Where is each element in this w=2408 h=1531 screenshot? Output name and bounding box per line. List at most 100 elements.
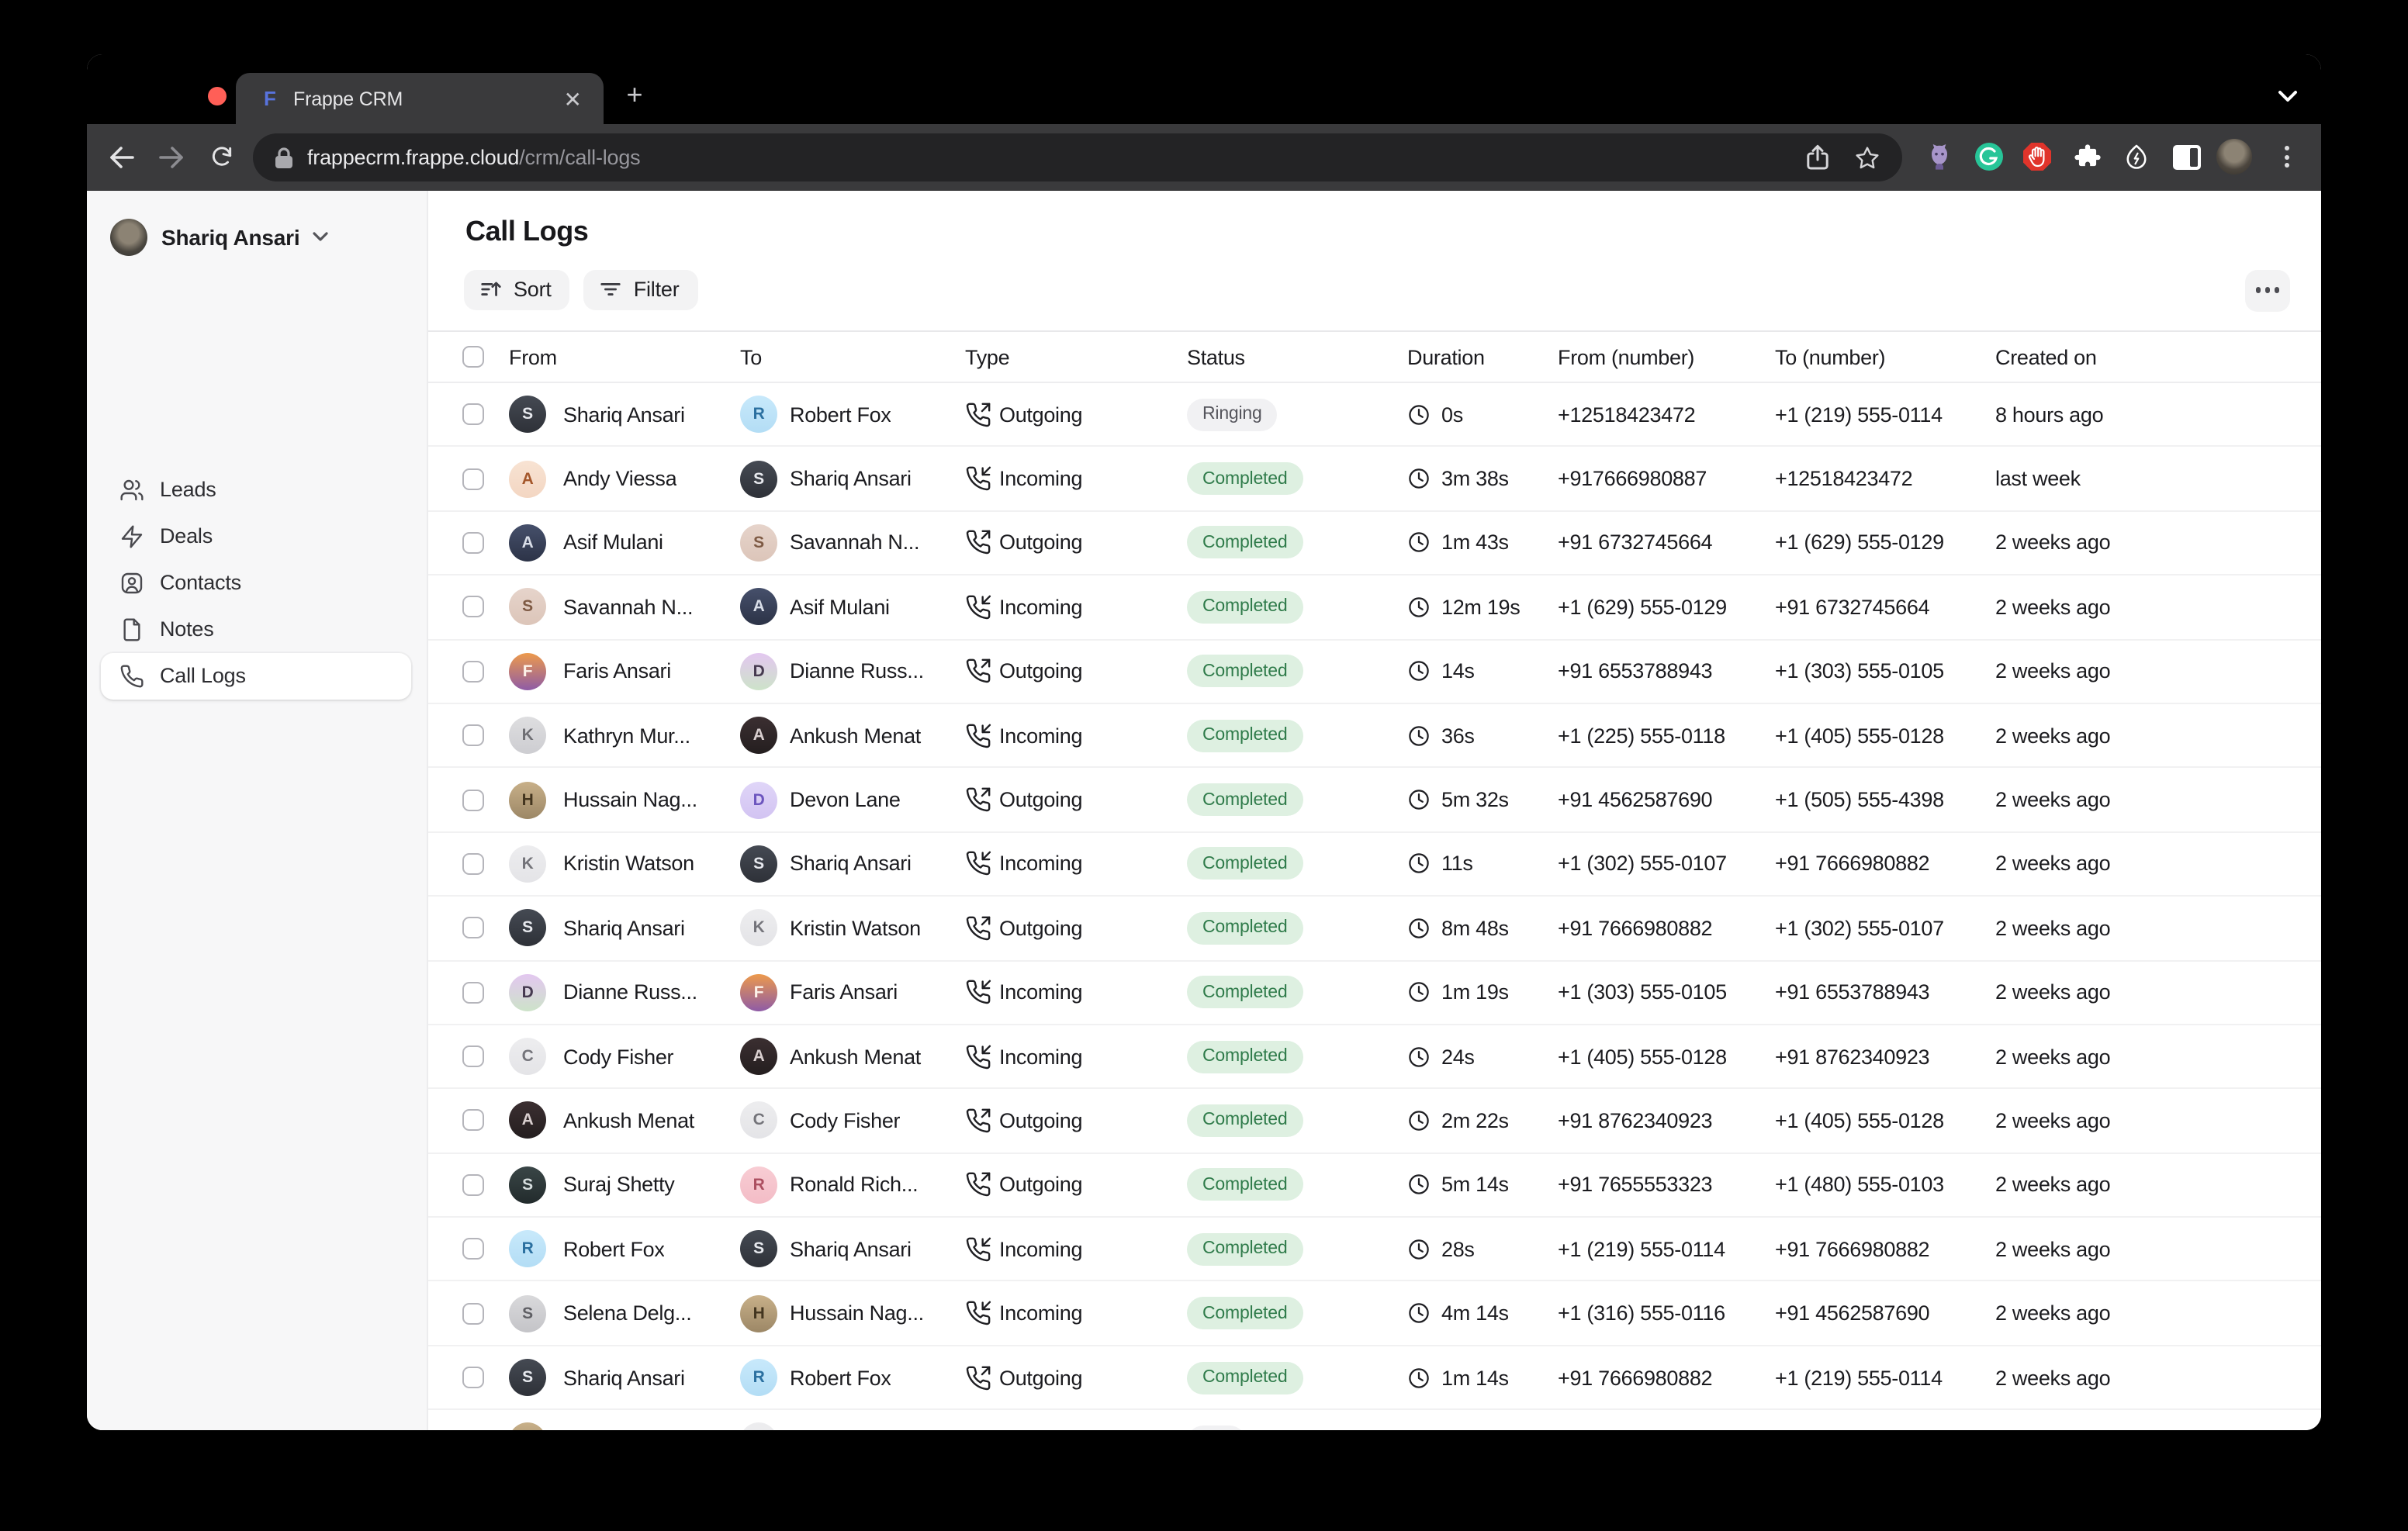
row-checkbox[interactable] [462, 1239, 484, 1260]
sidebar-item-deals[interactable]: Deals [101, 513, 411, 559]
from-number: +1 (225) 555-0118 [1558, 724, 1775, 747]
clock-icon [1407, 1301, 1431, 1325]
from-avatar: S [509, 1294, 546, 1332]
sidebar-item-leads[interactable]: Leads [101, 466, 411, 513]
row-checkbox[interactable] [462, 532, 484, 554]
table-row[interactable]: SShariq AnsariRRobert FoxOutgoingRinging… [428, 383, 2321, 448]
forward-button[interactable] [155, 142, 186, 173]
from-avatar: C [509, 1038, 546, 1075]
grammarly-extension-icon[interactable] [1974, 142, 2005, 173]
table-row[interactable]: RRobert FoxSShariq AnsariIncomingComplet… [428, 1218, 2321, 1282]
octocat-extension-icon[interactable] [1924, 142, 1955, 173]
page-title: Call Logs [465, 215, 588, 247]
table-row[interactable] [428, 1411, 2321, 1431]
to-avatar: F [740, 973, 777, 1011]
table-row[interactable]: CCody FisherAAnkush MenatIncomingComplet… [428, 1025, 2321, 1090]
puzzle-extension-icon[interactable] [2071, 142, 2102, 173]
user-menu[interactable]: Shariq Ansari [110, 216, 329, 257]
row-checkbox[interactable] [462, 403, 484, 425]
row-checkbox[interactable] [462, 661, 484, 683]
from-name: Kathryn Mur... [563, 724, 690, 747]
sidebar-item-contacts[interactable]: Contacts [101, 559, 411, 606]
from-name: Hussain Nag... [563, 788, 697, 811]
col-duration[interactable]: Duration [1404, 345, 1558, 368]
table-row[interactable]: FFaris AnsariDDianne Russ...OutgoingComp… [428, 640, 2321, 704]
table-row[interactable]: AAnkush MenatCCody FisherOutgoingComplet… [428, 1090, 2321, 1154]
back-button[interactable] [106, 142, 137, 173]
clock-icon [1407, 980, 1431, 1004]
row-checkbox[interactable] [462, 918, 484, 939]
row-checkbox[interactable] [462, 981, 484, 1003]
duration: 4m 14s [1441, 1301, 1509, 1325]
more-options-button[interactable] [2245, 269, 2290, 311]
row-checkbox[interactable] [462, 853, 484, 875]
sort-button[interactable]: Sort [464, 269, 570, 309]
to-avatar: S [740, 1231, 777, 1268]
to-number: +1 (405) 555-0128 [1775, 1109, 1995, 1132]
col-from-number[interactable]: From (number) [1558, 345, 1775, 368]
clock-icon [1407, 1173, 1431, 1197]
row-checkbox[interactable] [462, 789, 484, 810]
from-number: +1 (219) 555-0114 [1558, 1238, 1775, 1261]
to-name: Robert Fox [790, 1366, 891, 1389]
url-bar[interactable]: frappecrm.frappe.cloud/crm/call-logs [253, 133, 1902, 181]
row-checkbox[interactable] [462, 596, 484, 618]
sidebar-panel-extension-icon[interactable] [2171, 142, 2202, 173]
row-checkbox[interactable] [462, 468, 484, 489]
call-type: Outgoing [999, 531, 1082, 555]
sidebar-item-notes[interactable]: Notes [101, 606, 411, 652]
row-checkbox[interactable] [462, 1367, 484, 1388]
to-avatar: R [740, 1359, 777, 1396]
status-badge: Completed [1187, 783, 1303, 816]
col-created-on[interactable]: Created on [1995, 345, 2321, 368]
table-row[interactable]: KKristin WatsonSShariq AnsariIncomingCom… [428, 832, 2321, 897]
duration: 5m 32s [1441, 788, 1509, 811]
to-number: +1 (303) 555-0105 [1775, 660, 1995, 683]
select-all-checkbox[interactable] [462, 346, 484, 368]
clock-icon [1407, 403, 1431, 426]
to-number: +1 (219) 555-0114 [1775, 1366, 1995, 1389]
created-on: last week [1995, 467, 2321, 490]
url-host: frappecrm.frappe.cloud [307, 146, 519, 169]
table-row[interactable]: SSelena Delg...HHussain Nag...IncomingCo… [428, 1282, 2321, 1346]
adblock-extension-icon[interactable] [2022, 142, 2053, 173]
table-row[interactable]: DDianne Russ...FFaris AnsariIncomingComp… [428, 961, 2321, 1025]
table-row[interactable]: SSavannah N...AAsif MulaniIncomingComple… [428, 575, 2321, 640]
close-window-button[interactable] [208, 86, 227, 105]
new-tab-button[interactable]: + [621, 82, 649, 110]
from-avatar: R [509, 1231, 546, 1268]
leaf-extension-icon[interactable] [2121, 142, 2152, 173]
share-icon[interactable] [1803, 143, 1831, 171]
filter-button[interactable]: Filter [584, 269, 698, 309]
from-avatar: D [509, 973, 546, 1011]
col-type[interactable]: Type [965, 345, 1181, 368]
table-row[interactable]: HHussain Nag...DDevon LaneOutgoingComple… [428, 769, 2321, 833]
sidebar-item-call-logs[interactable]: Call Logs [101, 652, 411, 699]
tab-search-chevron-icon[interactable] [2271, 84, 2302, 109]
table-row[interactable]: AAsif MulaniSSavannah N...OutgoingComple… [428, 512, 2321, 576]
from-number: +91 7655553323 [1558, 1173, 1775, 1197]
col-from[interactable]: From [509, 345, 740, 368]
row-checkbox[interactable] [462, 1302, 484, 1324]
bookmark-star-icon[interactable] [1853, 143, 1880, 171]
row-checkbox[interactable] [462, 1045, 484, 1067]
frappe-favicon-icon: F [259, 88, 281, 109]
col-status[interactable]: Status [1181, 345, 1404, 368]
browser-menu-kebab-icon[interactable] [2285, 147, 2289, 168]
table-row[interactable]: AAndy ViessaSShariq AnsariIncomingComple… [428, 448, 2321, 512]
reload-button[interactable] [206, 142, 237, 173]
table-row[interactable]: SShariq AnsariRRobert FoxOutgoingComplet… [428, 1346, 2321, 1411]
col-to[interactable]: To [740, 345, 965, 368]
browser-profile-avatar[interactable] [2216, 140, 2252, 175]
table-row[interactable]: SSuraj ShettyRRonald Rich...OutgoingComp… [428, 1153, 2321, 1218]
tab-frappe-crm[interactable]: F Frappe CRM ✕ [236, 73, 604, 124]
row-checkbox[interactable] [462, 1110, 484, 1132]
row-checkbox[interactable] [462, 1174, 484, 1196]
tab-close-icon[interactable]: ✕ [561, 85, 585, 112]
duration: 1m 43s [1441, 531, 1509, 555]
row-checkbox[interactable] [462, 724, 484, 746]
table-row[interactable]: SShariq AnsariKKristin WatsonOutgoingCom… [428, 897, 2321, 961]
to-number: +91 6732745664 [1775, 596, 1995, 619]
col-to-number[interactable]: To (number) [1775, 345, 1995, 368]
table-row[interactable]: KKathryn Mur...AAnkush MenatIncomingComp… [428, 704, 2321, 769]
